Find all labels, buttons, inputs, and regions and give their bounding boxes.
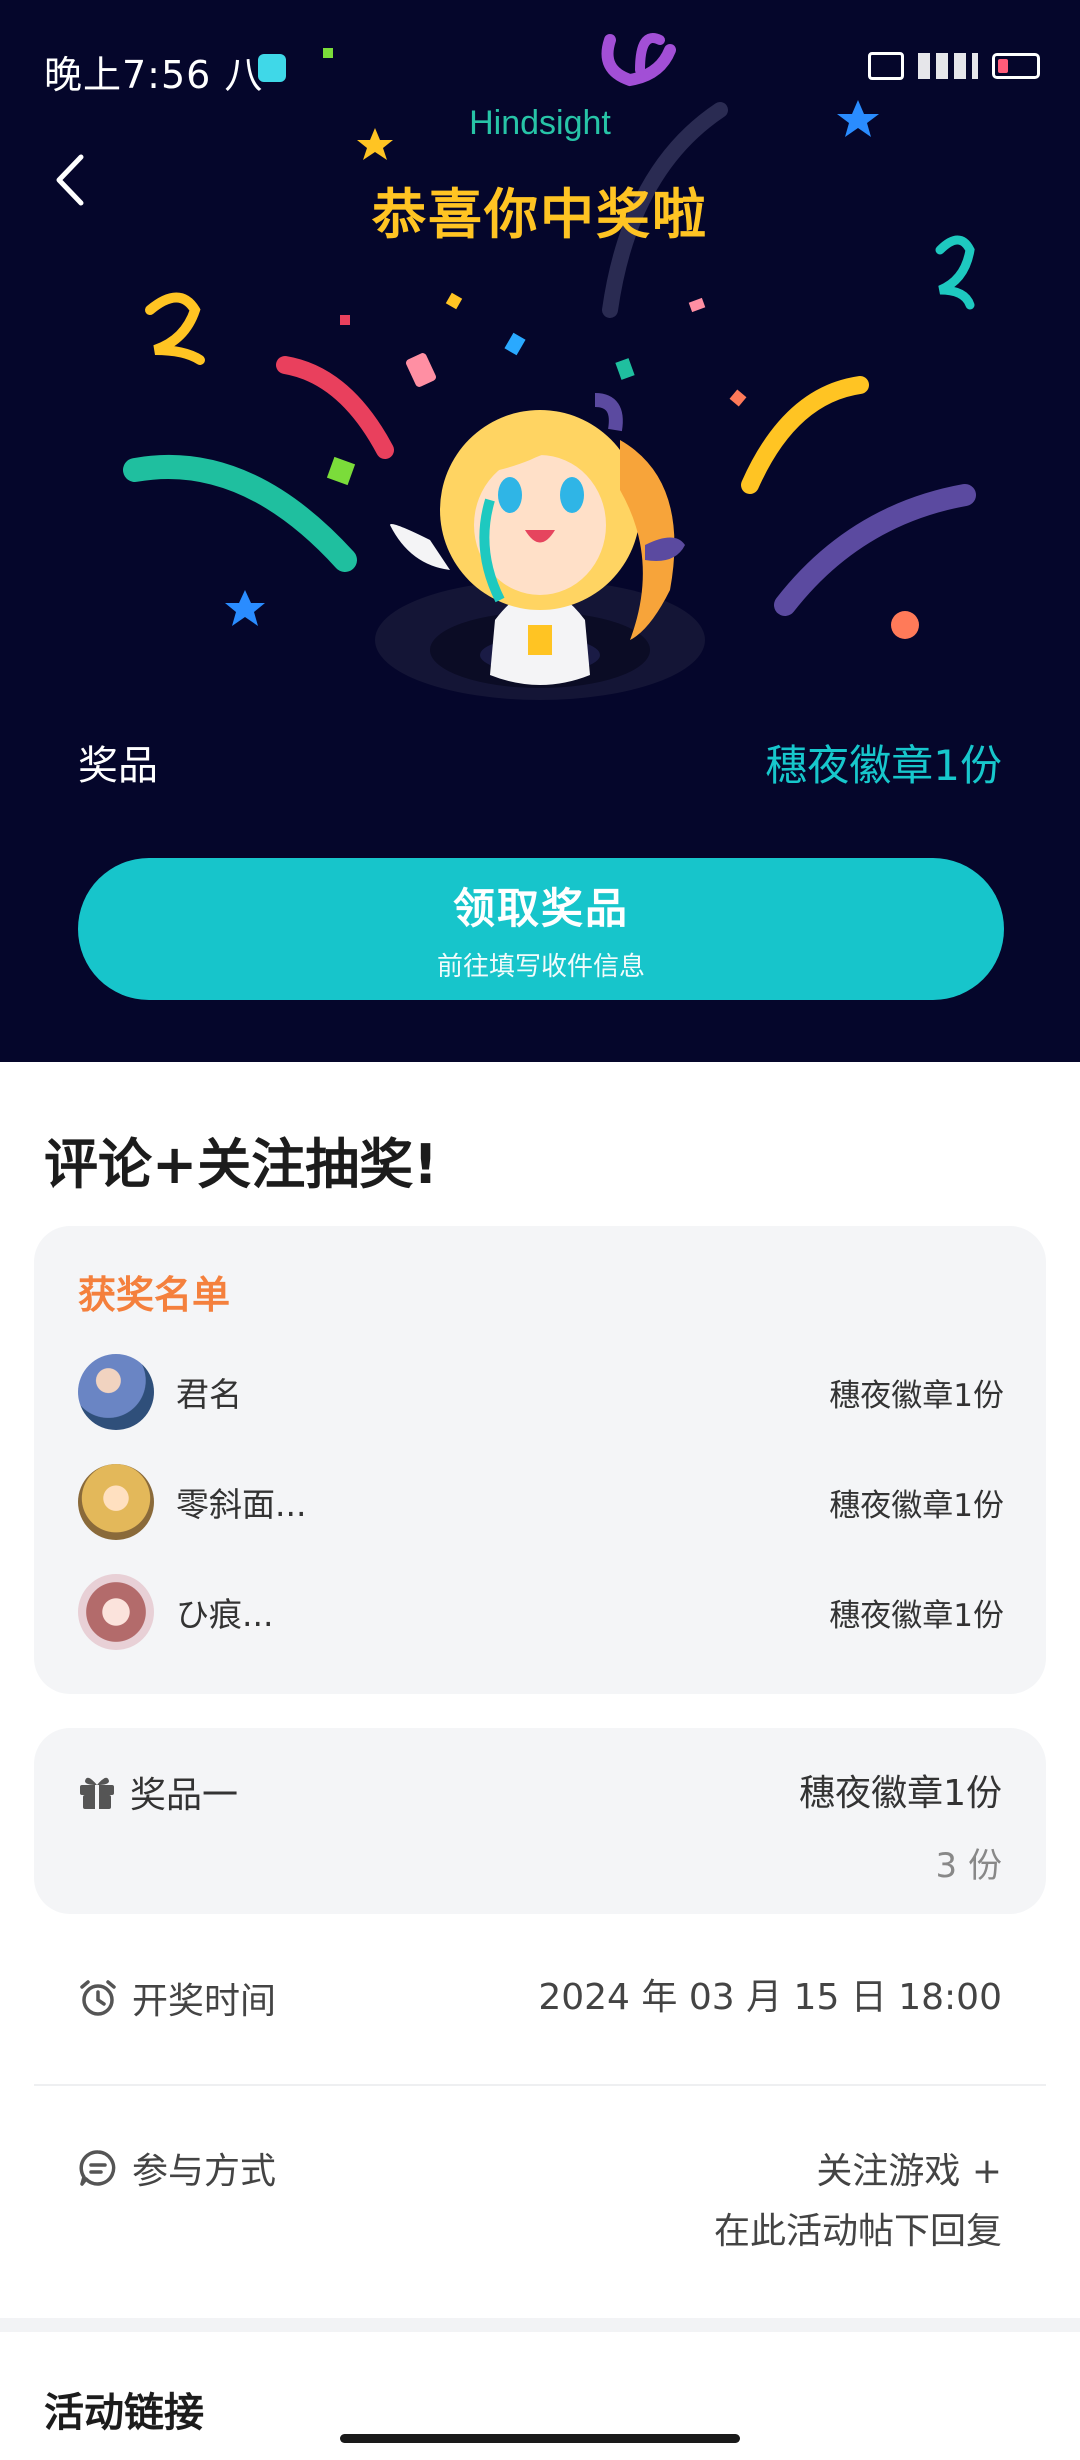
prize-value: 穗夜徽章1份	[765, 740, 1002, 790]
draw-time-label: 开奖时间	[132, 1981, 277, 2022]
prize-detail-right: 穗夜徽章1份 3 份	[799, 1764, 1002, 1887]
activity-link-title[interactable]: 活动链接	[44, 2380, 204, 2438]
draw-time-left: 开奖时间	[78, 1968, 276, 2028]
prize-detail-label: 奖品一	[130, 1775, 239, 1816]
congrats-title: 恭喜你中奖啦	[372, 183, 708, 246]
prize-label: 奖品	[78, 743, 158, 789]
gift-icon	[80, 1777, 114, 1809]
draw-time-value: 2024 年 03 月 15 日 18:00	[538, 1977, 1002, 2018]
participation-line-2: 在此活动帖下回复	[713, 2211, 1002, 2252]
winner-prize: 穗夜徽章1份	[829, 1487, 1004, 1524]
prize-detail-quantity: 3 份	[935, 1846, 1002, 1886]
avatar	[78, 1464, 154, 1540]
claim-prize-button[interactable]: 领取奖品 前往填写收件信息	[78, 858, 1004, 1000]
avatar	[78, 1574, 154, 1650]
prize-detail-card: 奖品一 穗夜徽章1份 3 份	[34, 1728, 1046, 1914]
winner-row[interactable]: 君名 穗夜徽章1份	[78, 1352, 1004, 1432]
prize-hero: 晚上7:56 八 Hindsight 恭喜你中奖啦 奖品 穗夜徽章1份 领取奖品…	[0, 0, 1080, 1062]
winner-prize: 穗夜徽章1份	[829, 1597, 1004, 1634]
home-indicator[interactable]	[340, 2434, 740, 2443]
draw-time-row: 开奖时间 2024 年 03 月 15 日 18:00	[78, 1968, 1002, 2028]
participation-left: 参与方式	[78, 2142, 276, 2194]
alarm-clock-icon	[80, 1980, 116, 2016]
winners-title: 获奖名单	[78, 1273, 231, 1317]
avatar	[78, 1354, 154, 1430]
section-separator	[0, 2318, 1080, 2332]
winner-name: ひ痕...	[176, 1595, 274, 1634]
participation-label: 参与方式	[132, 2151, 277, 2192]
event-title: 评论+关注抽奖!	[44, 1133, 438, 1196]
winner-row[interactable]: 零斜面... 穗夜徽章1份	[78, 1462, 1004, 1542]
participation-row: 参与方式 关注游戏 + 在此活动帖下回复	[78, 2142, 1002, 2262]
prize-detail-left: 奖品一	[78, 1766, 238, 1818]
prize-detail-name: 穗夜徽章1份	[799, 1773, 1002, 1814]
winner-name: 零斜面...	[176, 1485, 307, 1524]
chat-bubble-icon	[79, 2150, 116, 2186]
claim-button-label: 领取奖品	[452, 884, 629, 933]
winner-row[interactable]: ひ痕... 穗夜徽章1份	[78, 1572, 1004, 1652]
participation-line-1: 关注游戏 +	[816, 2151, 1002, 2192]
prize-row: 奖品 穗夜徽章1份	[78, 732, 1002, 792]
divider	[34, 2084, 1046, 2086]
participation-value: 关注游戏 + 在此活动帖下回复	[714, 2142, 1002, 2262]
winners-card: 获奖名单 君名 穗夜徽章1份 零斜面... 穗夜徽章1份 ひ痕... 穗夜徽章1…	[34, 1226, 1046, 1694]
winner-name: 君名	[176, 1375, 242, 1414]
claim-button-subtitle: 前往填写收件信息	[436, 952, 645, 982]
brand-logo-text: Hindsight	[469, 104, 611, 142]
winner-prize: 穗夜徽章1份	[829, 1377, 1004, 1414]
